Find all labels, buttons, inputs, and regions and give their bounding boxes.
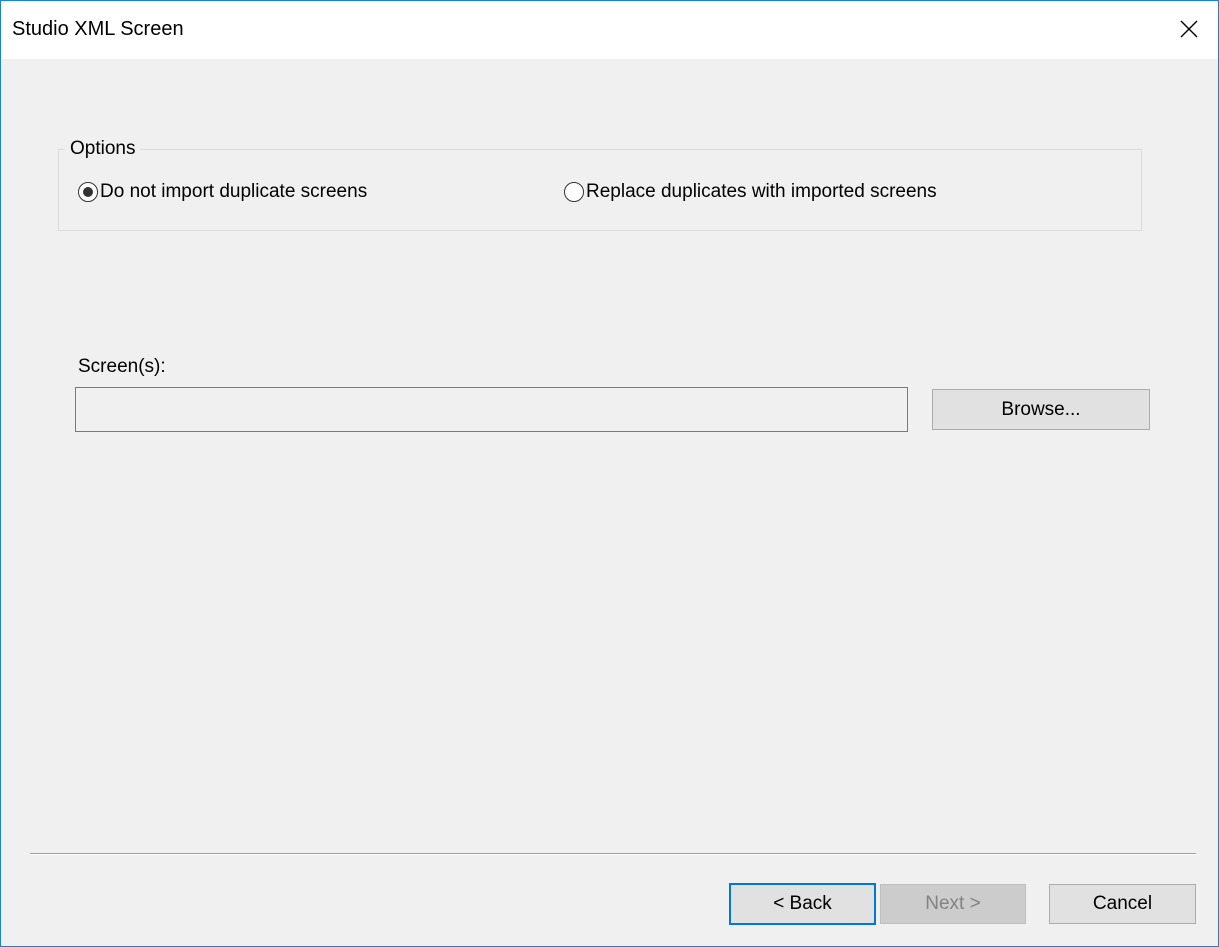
- close-icon: [1180, 20, 1198, 38]
- next-button[interactable]: Next >: [880, 884, 1026, 924]
- cancel-button-label: Cancel: [1092, 893, 1153, 914]
- browse-button-label: Browse...: [1001, 398, 1081, 420]
- footer-separator: [30, 853, 1196, 855]
- dialog-window: Studio XML Screen Options Do not import …: [0, 0, 1219, 947]
- options-legend: Options: [65, 138, 141, 160]
- browse-button[interactable]: Browse...: [932, 389, 1150, 430]
- radio-do-not-import-duplicates[interactable]: Do not import duplicate screens: [78, 181, 367, 203]
- back-button[interactable]: < Back: [729, 883, 876, 925]
- back-button-label: < Back: [773, 893, 832, 914]
- radio-label: Replace duplicates with imported screens: [586, 181, 937, 202]
- next-button-label: Next >: [925, 893, 981, 914]
- screens-label: Screen(s):: [78, 356, 166, 377]
- radio-replace-duplicates[interactable]: Replace duplicates with imported screens: [564, 181, 937, 203]
- radio-label: Do not import duplicate screens: [100, 181, 368, 202]
- radio-checked-icon: [78, 182, 98, 202]
- close-button[interactable]: [1160, 1, 1218, 59]
- window-title: Studio XML Screen: [12, 18, 184, 40]
- screens-path-input[interactable]: [75, 387, 908, 432]
- title-bar: Studio XML Screen: [1, 1, 1218, 59]
- radio-unchecked-icon: [564, 182, 584, 202]
- cancel-button[interactable]: Cancel: [1049, 884, 1196, 924]
